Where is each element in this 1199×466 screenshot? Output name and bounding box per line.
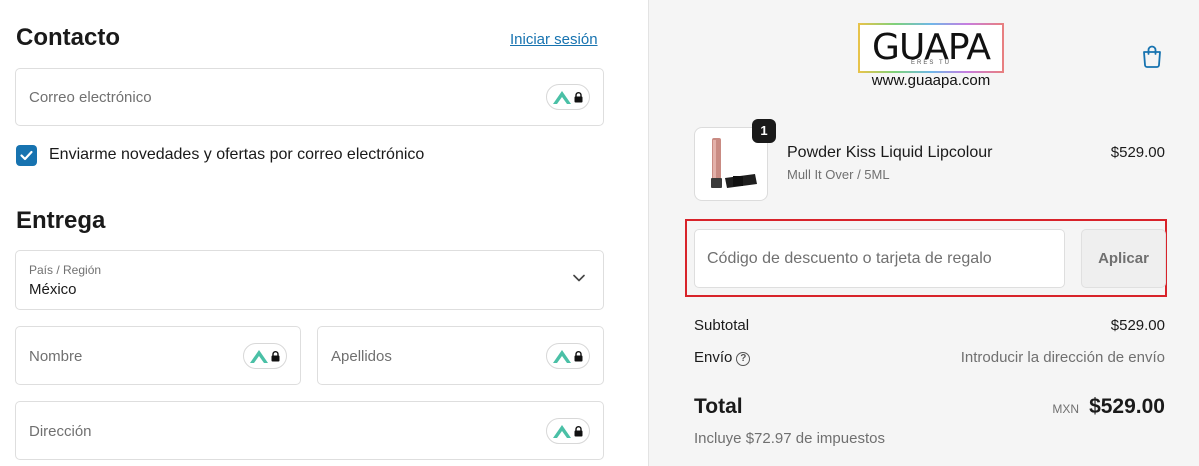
logo-url: www.guaapa.com bbox=[871, 72, 991, 89]
contact-heading: Contacto bbox=[16, 24, 120, 51]
shopping-bag-icon[interactable] bbox=[1141, 44, 1163, 68]
product-name: Powder Kiss Liquid Lipcolour bbox=[787, 144, 993, 161]
order-summary: GUAPA ERES TÚ www.guaapa.com 1 Powder Ki… bbox=[648, 0, 1199, 466]
first-name-field[interactable]: Nombre bbox=[15, 326, 301, 385]
nordpass-lock-icon[interactable] bbox=[546, 343, 590, 369]
chevron-down-icon bbox=[573, 274, 585, 282]
quantity-badge: 1 bbox=[752, 119, 776, 143]
subtotal-value: $529.00 bbox=[1110, 317, 1165, 334]
tax-note: Incluye $72.97 de impuestos bbox=[694, 430, 885, 447]
nordpass-lock-icon[interactable] bbox=[243, 343, 287, 369]
country-value: México bbox=[29, 281, 77, 298]
country-label: País / Región bbox=[29, 263, 102, 277]
email-field[interactable]: Correo electrónico bbox=[15, 68, 604, 126]
nordpass-lock-icon[interactable] bbox=[546, 84, 590, 110]
subtotal-label: Subtotal bbox=[694, 317, 750, 334]
product-price: $529.00 bbox=[1110, 144, 1165, 161]
product-variant: Mull It Over / 5ML bbox=[787, 167, 890, 182]
discount-code-input[interactable]: Código de descuento o tarjeta de regalo bbox=[694, 229, 1065, 288]
brand-logo[interactable]: GUAPA ERES TÚ bbox=[858, 23, 1004, 73]
total-label: Total bbox=[694, 395, 743, 418]
newsletter-checkbox[interactable] bbox=[16, 145, 37, 166]
last-name-placeholder: Apellidos bbox=[331, 348, 392, 365]
shipping-label: Envío bbox=[694, 349, 733, 366]
shipping-row: Envío? bbox=[694, 349, 751, 366]
country-select[interactable]: País / Región México bbox=[15, 250, 604, 310]
discount-placeholder: Código de descuento o tarjeta de regalo bbox=[707, 250, 992, 267]
address-field[interactable]: Dirección bbox=[15, 401, 604, 460]
first-name-placeholder: Nombre bbox=[29, 348, 83, 365]
checkout-form: Contacto Iniciar sesión Correo electróni… bbox=[0, 0, 648, 466]
logo-tagline: ERES TÚ bbox=[911, 60, 951, 66]
email-placeholder: Correo electrónico bbox=[29, 89, 152, 106]
shipping-value: Introducir la dirección de envío bbox=[960, 349, 1165, 366]
last-name-field[interactable]: Apellidos bbox=[317, 326, 604, 385]
apply-discount-button[interactable]: Aplicar bbox=[1081, 229, 1166, 288]
delivery-heading: Entrega bbox=[16, 207, 106, 234]
newsletter-label: Enviarme novedades y ofertas por correo … bbox=[49, 146, 425, 163]
login-link[interactable]: Iniciar sesión bbox=[510, 31, 598, 48]
help-circle-icon[interactable]: ? bbox=[736, 352, 751, 366]
total-value: $529.00 bbox=[1089, 395, 1165, 418]
nordpass-lock-icon[interactable] bbox=[546, 418, 590, 444]
address-placeholder: Dirección bbox=[29, 423, 92, 440]
currency-code: MXN bbox=[1052, 402, 1079, 416]
